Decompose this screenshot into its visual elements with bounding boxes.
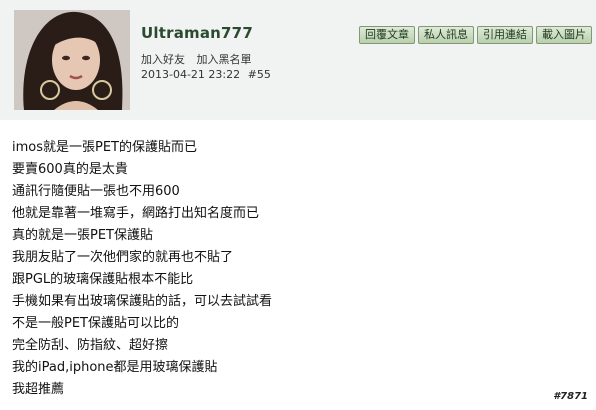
- post-line: 我朋友貼了一次他們家的就再也不貼了: [12, 250, 234, 265]
- watermark: #7871: [553, 391, 588, 402]
- avatar[interactable]: [14, 10, 130, 110]
- quote-link-button[interactable]: 引用連結: [477, 26, 533, 44]
- post-body: imos就是一張PET的保護貼而已 要賣600真的是太貴 通訊行隨便貼一張也不用…: [12, 137, 272, 401]
- post-timestamp: 2013-04-21 23:22: [141, 68, 241, 81]
- post-line: 完全防刮、防指紋、超好擦: [12, 338, 169, 353]
- avatar-photo: [14, 10, 130, 110]
- reply-button[interactable]: 回覆文章: [359, 26, 415, 44]
- post-actions: 回覆文章 私人訊息 引用連結 載入圖片: [359, 26, 592, 44]
- post-line: 手機如果有出玻璃保護貼的話，可以去試試看: [12, 294, 273, 309]
- post-line: 我超推薦: [12, 382, 65, 397]
- add-blacklist-link[interactable]: 加入黑名單: [197, 53, 252, 66]
- private-message-button[interactable]: 私人訊息: [418, 26, 474, 44]
- username[interactable]: Ultraman777: [141, 24, 253, 42]
- post-line: 通訊行隨便貼一張也不用600: [12, 184, 180, 199]
- post-number[interactable]: #55: [248, 68, 271, 81]
- add-friend-link[interactable]: 加入好友: [141, 53, 185, 66]
- post-line: 他就是靠著一堆寫手，網路打出知名度而已: [12, 206, 260, 221]
- post-meta: 2013-04-21 23:22 #55: [141, 68, 275, 81]
- post-line: 我的iPad,iphone都是用玻璃保護貼: [12, 360, 218, 375]
- post-line: 真的就是一張PET保護貼: [12, 228, 153, 243]
- post-line: 跟PGL的玻璃保護貼根本不能比: [12, 272, 194, 287]
- user-links: 加入好友 加入黑名單: [141, 51, 260, 67]
- post-line: 要賣600真的是太貴: [12, 162, 128, 177]
- post-line: imos就是一張PET的保護貼而已: [12, 140, 197, 155]
- post-line: 不是一般PET保護貼可以比的: [12, 316, 179, 331]
- load-images-button[interactable]: 載入圖片: [536, 26, 592, 44]
- post-header: Ultraman777 加入好友 加入黑名單 2013-04-21 23:22 …: [0, 0, 596, 120]
